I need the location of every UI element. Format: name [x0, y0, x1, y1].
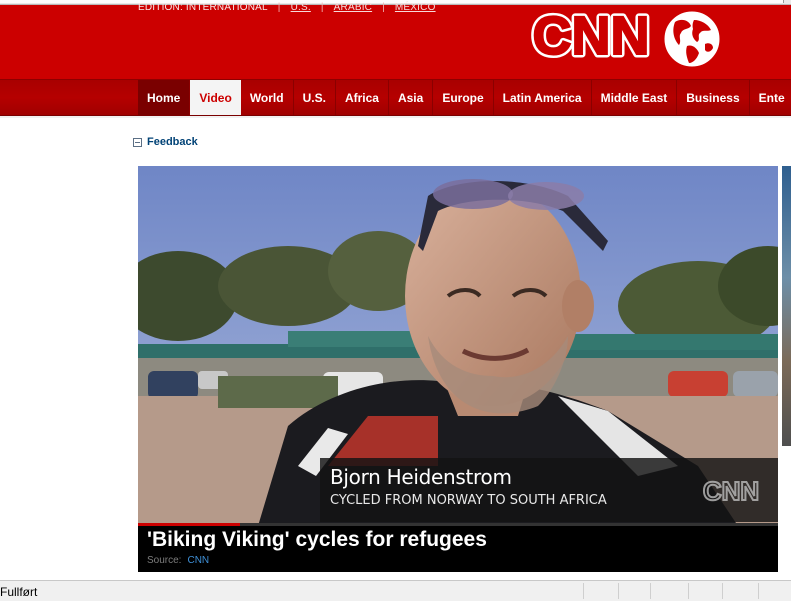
- nav-list: Home Video World U.S. Africa Asia Europe…: [138, 80, 791, 115]
- nav-item-middle-east[interactable]: Middle East: [592, 80, 678, 115]
- nav-item-home[interactable]: Home: [138, 80, 191, 115]
- next-video-thumbnail[interactable]: [782, 166, 791, 446]
- source-label: Source:: [147, 555, 182, 566]
- nav-item-business[interactable]: Business: [677, 80, 750, 115]
- browser-status-bar: Fullført: [0, 580, 791, 601]
- speaker-name: Bjorn Heidenstrom: [330, 465, 512, 489]
- nav-item-africa[interactable]: Africa: [336, 80, 389, 115]
- feedback-toggle[interactable]: Feedback: [133, 136, 198, 148]
- nav-item-video[interactable]: Video: [190, 80, 241, 115]
- nav-item-entertainment[interactable]: Ente: [750, 80, 791, 115]
- edition-separator: |: [277, 2, 281, 13]
- nav-item-us[interactable]: U.S.: [294, 80, 336, 115]
- cnn-watermark-logo: CNN: [702, 476, 760, 506]
- cnn-logo[interactable]: CNN CNN: [531, 5, 651, 67]
- nav-item-latin-america[interactable]: Latin America: [494, 80, 592, 115]
- svg-text:CNN: CNN: [703, 476, 759, 506]
- feedback-label: Feedback: [147, 136, 198, 148]
- edition-separator: |: [320, 2, 324, 13]
- cnn-masthead: EDITION: INTERNATIONAL | U.S. | ARABIC |…: [0, 2, 791, 79]
- video-source: Source: CNN: [147, 555, 209, 566]
- main-navigation: Home Video World U.S. Africa Asia Europe…: [0, 79, 791, 116]
- edition-separator: |: [382, 2, 385, 13]
- edition-link-arabic[interactable]: ARABIC: [334, 2, 372, 13]
- globe-icon: [663, 10, 721, 68]
- edition-label: EDITION: INTERNATIONAL: [138, 2, 268, 13]
- nav-item-europe[interactable]: Europe: [433, 80, 494, 115]
- status-divider: [722, 583, 723, 599]
- status-divider: [618, 583, 619, 599]
- nav-item-asia[interactable]: Asia: [389, 80, 434, 115]
- collapse-icon: [133, 137, 142, 147]
- video-title: 'Biking Viking' cycles for refugees: [147, 528, 487, 551]
- status-divider: [650, 583, 651, 599]
- edition-bar: EDITION: INTERNATIONAL | U.S. | ARABIC |…: [138, 2, 436, 14]
- status-text: Fullført: [0, 585, 38, 599]
- edition-link-us[interactable]: U.S.: [291, 2, 311, 13]
- status-divider: [758, 583, 759, 599]
- status-divider: [688, 583, 689, 599]
- source-value[interactable]: CNN: [187, 555, 209, 566]
- edition-link-mexico[interactable]: MÉXICO: [395, 2, 436, 13]
- speaker-description: CYCLED FROM NORWAY TO SOUTH AFRICA: [330, 493, 607, 508]
- cnn-logo-fill: CNN: [533, 6, 650, 66]
- video-caption: 'Biking Viking' cycles for refugees Sour…: [138, 526, 778, 572]
- status-divider: [583, 583, 584, 599]
- nav-item-world[interactable]: World: [241, 80, 294, 115]
- video-player[interactable]: Bjorn Heidenstrom CYCLED FROM NORWAY TO …: [138, 166, 778, 572]
